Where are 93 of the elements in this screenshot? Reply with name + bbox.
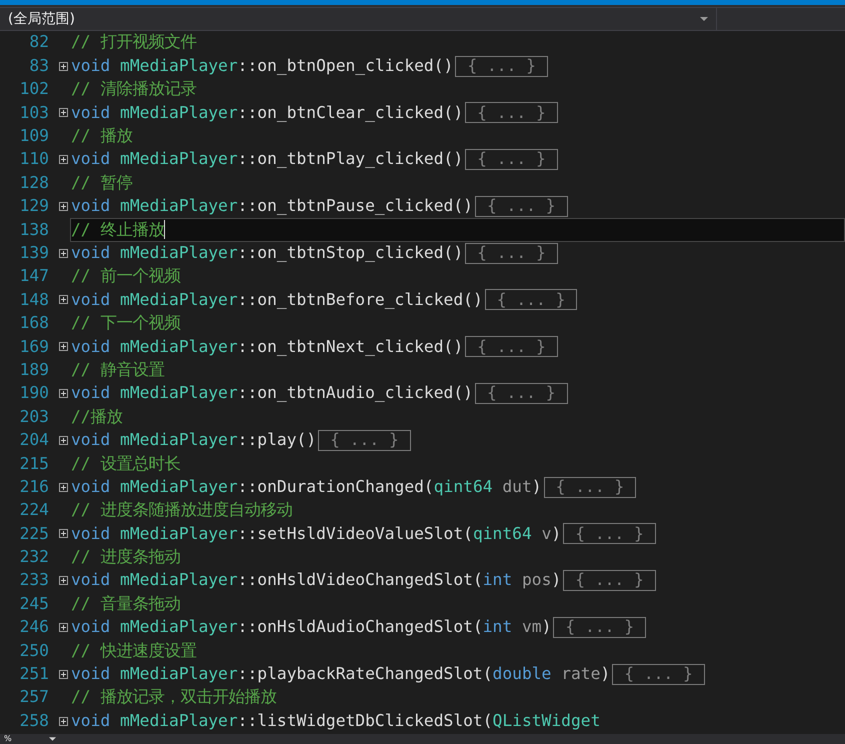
expand-icon[interactable] xyxy=(59,436,68,445)
expand-icon[interactable] xyxy=(59,622,68,632)
function-signature: void mMediaPlayer::listWidgetDbClickedSlot(QListWidget xyxy=(71,710,600,732)
function-signature: void mMediaPlayer::on_btnOpen_clicked() xyxy=(71,54,454,77)
collapsed-block[interactable]: { ... } xyxy=(544,476,636,498)
line-number: 103 xyxy=(18,102,49,124)
function-signature: void mMediaPlayer::on_tbtnNext_clicked() xyxy=(71,336,464,358)
code-comment: // 播放记录，双击开始播放 xyxy=(71,686,276,708)
function-signature: void mMediaPlayer::onDurationChanged(qint64 dut) xyxy=(71,476,542,498)
line-number: 82 xyxy=(28,31,49,54)
collapsed-block[interactable]: { ... } xyxy=(553,616,646,638)
function-signature: void mMediaPlayer::on_tbtnAudio_clicked() xyxy=(71,382,473,404)
line-number: 168 xyxy=(18,312,49,334)
line-number: 225 xyxy=(18,522,49,545)
line-number: 203 xyxy=(18,406,49,428)
function-signature: void mMediaPlayer::play() xyxy=(71,429,316,452)
line-number: 224 xyxy=(18,499,49,522)
expand-icon[interactable] xyxy=(59,62,68,71)
line-number: 83 xyxy=(28,54,49,77)
dropdown-arrow-icon xyxy=(700,17,708,21)
code-comment: //播放 xyxy=(71,406,123,428)
expand-icon[interactable] xyxy=(59,716,68,726)
expand-icon[interactable] xyxy=(59,389,68,398)
function-signature: void mMediaPlayer::onHsldAudioChangedSlot(int vm) xyxy=(71,616,552,638)
line-number: 147 xyxy=(18,265,49,288)
expand-icon[interactable] xyxy=(59,295,68,304)
function-signature: void mMediaPlayer::on_tbtnPlay_clicked() xyxy=(71,148,464,170)
code-comment: // 暂停 xyxy=(71,172,132,194)
line-number: 190 xyxy=(18,382,49,404)
code-comment: // 终止播放 xyxy=(71,218,164,241)
code-comment: // 进度条随播放进度自动移动 xyxy=(71,499,292,522)
code-comment: // 静音设置 xyxy=(71,358,164,381)
line-number: 169 xyxy=(18,336,49,358)
line-number: 189 xyxy=(18,358,49,381)
function-signature: void mMediaPlayer::playbackRateChangedSlot(double rate) xyxy=(71,663,610,686)
line-number: 245 xyxy=(18,592,49,615)
expand-icon[interactable] xyxy=(59,670,68,679)
code-comment: // 设置总时长 xyxy=(71,452,180,475)
line-number: 233 xyxy=(18,569,49,592)
line-number: 109 xyxy=(18,125,49,148)
collapsed-block[interactable]: { ... } xyxy=(465,242,558,264)
collapsed-block[interactable]: { ... } xyxy=(465,149,558,170)
collapsed-block[interactable]: { ... } xyxy=(465,336,558,358)
expand-icon[interactable] xyxy=(59,482,68,492)
code-comment: // 进度条拖动 xyxy=(71,546,180,568)
code-comment: // 下一个视频 xyxy=(71,312,180,334)
code-comment: // 清除播放记录 xyxy=(71,78,196,100)
collapsed-block[interactable]: { ... } xyxy=(563,570,656,592)
function-signature: void mMediaPlayer::onHsldVideoChangedSlot(int pos) xyxy=(71,569,562,592)
function-signature: void mMediaPlayer::setHsldVideoValueSlot(qint64 v) xyxy=(71,522,562,545)
collapsed-block[interactable]: { ... } xyxy=(318,430,411,451)
code-comment: // 前一个视频 xyxy=(71,265,180,288)
function-signature: void mMediaPlayer::on_btnClear_clicked() xyxy=(71,102,464,124)
line-number: 139 xyxy=(18,242,49,264)
line-number: 258 xyxy=(18,710,49,732)
line-number: 257 xyxy=(18,686,49,708)
expand-icon[interactable] xyxy=(59,342,68,352)
collapsed-block[interactable]: { ... } xyxy=(474,196,568,217)
expand-icon[interactable] xyxy=(59,155,68,164)
text-cursor xyxy=(164,220,166,240)
line-number: 128 xyxy=(18,172,49,194)
line-number: 216 xyxy=(18,476,49,498)
line-number: 129 xyxy=(18,195,49,218)
collapsed-block[interactable]: { ... } xyxy=(484,289,578,310)
zoom-dropdown[interactable]: % xyxy=(0,734,60,744)
function-signature: void mMediaPlayer::on_tbtnPause_clicked() xyxy=(71,195,473,218)
line-number: 215 xyxy=(18,452,49,475)
expand-icon[interactable] xyxy=(59,108,68,118)
function-signature: void mMediaPlayer::on_tbtnStop_clicked() xyxy=(71,242,464,264)
line-number: 110 xyxy=(18,148,49,170)
expand-icon[interactable] xyxy=(59,529,68,538)
code-comment: // 播放 xyxy=(71,125,132,148)
code-comment: // 快进速度设置 xyxy=(71,640,196,662)
line-number: 246 xyxy=(18,616,49,638)
expand-icon[interactable] xyxy=(59,248,68,258)
line-number: 250 xyxy=(18,640,49,662)
code-comment: // 音量条拖动 xyxy=(71,592,180,615)
collapsed-block[interactable]: { ... } xyxy=(612,664,705,685)
line-number: 232 xyxy=(18,546,49,568)
line-number: 102 xyxy=(18,78,49,100)
code-comment: // 打开视频文件 xyxy=(71,31,196,54)
line-number: 148 xyxy=(18,288,49,311)
collapsed-block[interactable]: { ... } xyxy=(465,102,558,124)
dropdown-arrow-icon xyxy=(49,737,56,741)
line-number: 204 xyxy=(18,429,49,452)
expand-icon[interactable] xyxy=(59,202,68,211)
expand-icon[interactable] xyxy=(59,576,68,586)
collapsed-block[interactable]: { ... } xyxy=(563,523,656,544)
collapsed-block[interactable]: { ... } xyxy=(474,383,568,404)
function-signature: void mMediaPlayer::on_tbtnBefore_clicked() xyxy=(71,288,483,311)
collapsed-block[interactable]: { ... } xyxy=(455,56,548,77)
line-number: 138 xyxy=(18,218,49,241)
line-number: 251 xyxy=(18,663,49,686)
